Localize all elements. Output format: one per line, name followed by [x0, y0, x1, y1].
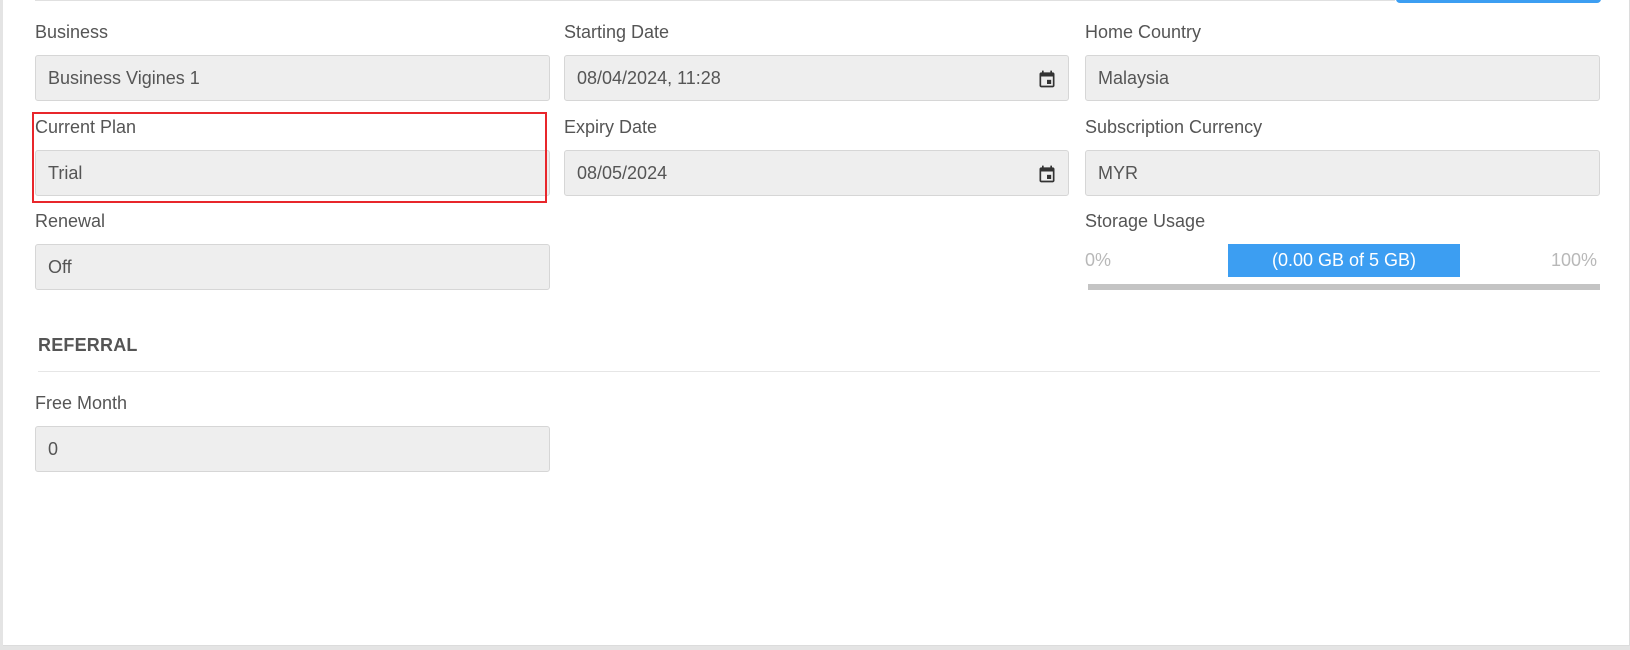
- business-label: Business: [35, 22, 109, 42]
- current-plan-highlight: [32, 112, 547, 203]
- top-action-button[interactable]: [1396, 0, 1601, 3]
- business-field[interactable]: Business Vigines 1: [35, 55, 550, 101]
- starting-date-value: 08/04/2024, 11:28: [577, 68, 721, 88]
- storage-usage-label: Storage Usage: [1085, 211, 1206, 231]
- renewal-label: Renewal: [35, 211, 106, 231]
- expiry-date-label: Expiry Date: [564, 117, 658, 137]
- free-month-field[interactable]: 0: [35, 426, 550, 472]
- subscription-currency-field[interactable]: MYR: [1085, 150, 1600, 196]
- calendar-icon[interactable]: [1037, 69, 1057, 89]
- expiry-date-field[interactable]: 08/05/2024: [564, 150, 1069, 196]
- starting-date-label: Starting Date: [564, 22, 670, 42]
- top-divider: [35, 0, 1395, 1]
- storage-progress-bar: (0.00 GB of 5 GB): [1228, 244, 1460, 277]
- home-country-label: Home Country: [1085, 22, 1202, 42]
- subscription-panel: Business Business Vigines 1 Starting Dat…: [3, 0, 1630, 646]
- expiry-date-value: 08/05/2024: [577, 163, 668, 183]
- subscription-currency-label: Subscription Currency: [1085, 117, 1263, 137]
- calendar-icon[interactable]: [1037, 164, 1057, 184]
- storage-max-label: 100%: [1551, 250, 1598, 270]
- renewal-field[interactable]: Off: [35, 244, 550, 290]
- storage-min-label: 0%: [1085, 250, 1112, 270]
- storage-progress-track: [1088, 284, 1600, 290]
- starting-date-field[interactable]: 08/04/2024, 11:28: [564, 55, 1069, 101]
- home-country-field[interactable]: Malaysia: [1085, 55, 1600, 101]
- referral-section-title: REFERRAL: [38, 335, 138, 355]
- free-month-label: Free Month: [35, 393, 128, 413]
- section-divider: [38, 371, 1600, 372]
